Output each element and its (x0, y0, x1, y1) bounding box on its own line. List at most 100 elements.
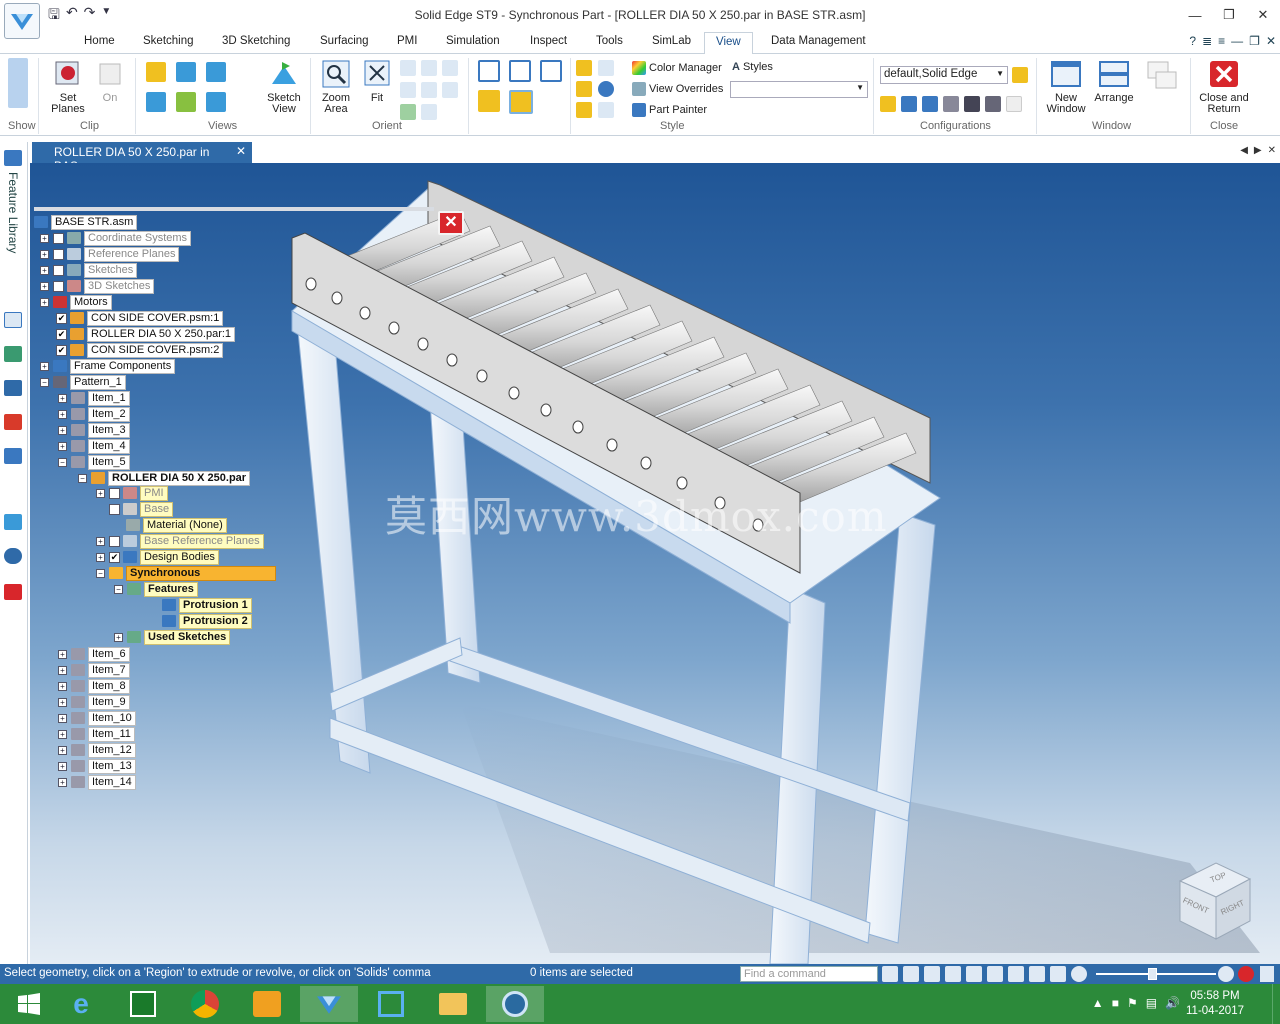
view-top-icon[interactable] (176, 92, 196, 112)
view-overrides-button[interactable]: View Overrides (632, 82, 723, 96)
perspective-icon[interactable] (598, 102, 614, 118)
status-expand-icon[interactable] (1260, 966, 1274, 982)
clip-on-button[interactable]: On (95, 58, 125, 104)
command-finder-input[interactable]: Find a command (740, 966, 878, 982)
tree-row[interactable]: + Item_2 (58, 406, 130, 422)
zoom-out-icon[interactable] (1071, 966, 1087, 982)
feature-library-tab[interactable]: Feature Library (6, 172, 20, 253)
config-tool-7-icon[interactable] (1006, 96, 1022, 112)
tree-row[interactable]: + Item_9 (58, 694, 130, 710)
part-painter-button[interactable]: Part Painter (632, 103, 707, 117)
tree-row[interactable]: + Used Sketches (114, 629, 231, 645)
view-right-icon[interactable] (206, 92, 226, 112)
zoom-in-icon[interactable] (1218, 966, 1234, 982)
tab-inspect[interactable]: Inspect (530, 35, 567, 47)
tree-row[interactable]: + Item_10 (58, 710, 136, 726)
tree-row[interactable]: ✔ CON SIDE COVER.psm:2 (56, 342, 224, 358)
new-window-button[interactable]: New Window (1042, 58, 1090, 115)
ambient-icon[interactable] (576, 102, 592, 118)
ribbon-restore-icon[interactable]: ❐ (1249, 34, 1260, 48)
tree-root[interactable]: BASE STR.asm (34, 214, 138, 230)
tree-row[interactable]: + Item_14 (58, 774, 136, 790)
sensors-icon[interactable] (4, 380, 22, 396)
taskbar-store[interactable] (114, 986, 172, 1022)
tree-row[interactable]: + PMI (96, 485, 168, 501)
ribbon-minimize-icon[interactable]: — (1231, 34, 1243, 48)
sketch-view-button[interactable]: Sketch View (264, 58, 304, 115)
ribbon-close-icon[interactable]: ✕ (1266, 34, 1276, 48)
reflection-icon[interactable] (598, 60, 614, 76)
tab-tools[interactable]: Tools (596, 35, 623, 47)
color-manager-button[interactable]: Color Manager (632, 61, 722, 75)
tray-expand-icon[interactable]: ▲ (1092, 996, 1104, 1010)
taskbar-snipping[interactable] (362, 986, 420, 1022)
tree-row[interactable]: + Sketches (40, 262, 138, 278)
youtube-icon[interactable] (4, 584, 22, 600)
sketch-view-status-icon[interactable] (1008, 966, 1024, 982)
sketch-view-small-icon[interactable] (421, 104, 437, 120)
tab-scroll-right-icon[interactable]: ▶ (1254, 145, 1262, 156)
record-icon[interactable] (1238, 966, 1254, 982)
fit-small-icon[interactable] (945, 966, 961, 982)
zoom-small-icon[interactable] (924, 966, 940, 982)
restore-button[interactable]: ❐ (1212, 0, 1246, 30)
tab-3d-sketching[interactable]: 3D Sketching (222, 35, 290, 47)
help-icon[interactable]: ? (1189, 34, 1196, 48)
pathfinder-icon[interactable] (4, 150, 22, 166)
rotate-icon[interactable] (442, 60, 458, 76)
reports-icon[interactable] (4, 448, 22, 464)
tree-row[interactable]: + Item_12 (58, 742, 136, 758)
tab-close-all-icon[interactable]: ✕ (1268, 145, 1276, 156)
tree-row[interactable]: ✔ CON SIDE COVER.psm:1 (56, 310, 224, 326)
render-mode-icon[interactable] (1029, 966, 1045, 982)
view-front-icon[interactable] (146, 92, 166, 112)
style-dropdown[interactable]: ▼ (730, 81, 868, 98)
help-circle-icon[interactable] (4, 548, 22, 564)
arrow-icon[interactable] (882, 966, 898, 982)
look-at-icon[interactable] (421, 82, 437, 98)
tree-row[interactable]: + Item_4 (58, 438, 130, 454)
graphics-viewport[interactable]: TOP FRONT RIGHT 莫西网www.3dmox.com ✕ BASE … (30, 163, 1280, 964)
show-desktop-button[interactable] (1272, 984, 1280, 1024)
set-planes-button[interactable]: Set Planes (48, 58, 88, 115)
taskbar-internet-explorer[interactable]: e (52, 986, 110, 1022)
tree-row[interactable]: + Item_6 (58, 646, 130, 662)
tree-row[interactable]: Material (None) (126, 517, 227, 533)
options-icon[interactable]: ≡ (1218, 34, 1225, 48)
menu-icon[interactable]: ≣ (1202, 34, 1212, 48)
taskbar-app[interactable] (486, 986, 544, 1022)
zoom-area-small-icon[interactable] (903, 966, 919, 982)
taskbar-outlook[interactable] (238, 986, 296, 1022)
zoom-area-button[interactable]: Zoom Area (318, 58, 354, 115)
sphere-icon[interactable] (598, 81, 614, 97)
common-views-icon[interactable] (442, 82, 458, 98)
tree-row[interactable]: + Item_3 (58, 422, 130, 438)
network-tray-icon[interactable]: ▤ (1146, 996, 1157, 1010)
show-button[interactable] (8, 58, 28, 111)
pan-icon[interactable] (421, 60, 437, 76)
taskbar-file-explorer[interactable] (424, 986, 482, 1022)
simulation-icon[interactable] (4, 414, 22, 430)
tree-row[interactable]: + Coordinate Systems (40, 230, 192, 246)
tree-row[interactable]: Protrusion 2 (162, 613, 252, 629)
camera-icon[interactable] (964, 96, 980, 112)
config-tool-4-icon[interactable] (943, 96, 959, 112)
switch-windows-button[interactable] (1142, 58, 1182, 97)
close-button[interactable]: ✕ (1246, 0, 1280, 30)
styles-button[interactable]: A Styles (732, 61, 773, 73)
tree-row[interactable]: +3D Sketches (40, 278, 155, 294)
pathfinder-close-icon[interactable]: ✕ (438, 211, 464, 235)
tree-row[interactable]: − ROLLER DIA 50 X 250.par (78, 470, 251, 486)
hidden-edges-icon[interactable] (540, 60, 562, 82)
zoom-slider-thumb[interactable] (1148, 968, 1157, 980)
start-button[interactable] (0, 986, 58, 1022)
tree-row[interactable]: + Item_13 (58, 758, 136, 774)
tab-scroll-left-icon[interactable]: ◀ (1240, 145, 1248, 156)
action-center-icon[interactable]: ⚑ (1127, 996, 1138, 1010)
config-tool-2-icon[interactable] (901, 96, 917, 112)
network-icon[interactable] (4, 514, 22, 530)
tree-row[interactable]: + Item_11 (58, 726, 135, 742)
shaded-icon[interactable] (478, 90, 500, 112)
configuration-select[interactable]: default,Solid Edge ▼ (880, 66, 1008, 84)
pathfinder-splitter[interactable] (34, 207, 434, 211)
